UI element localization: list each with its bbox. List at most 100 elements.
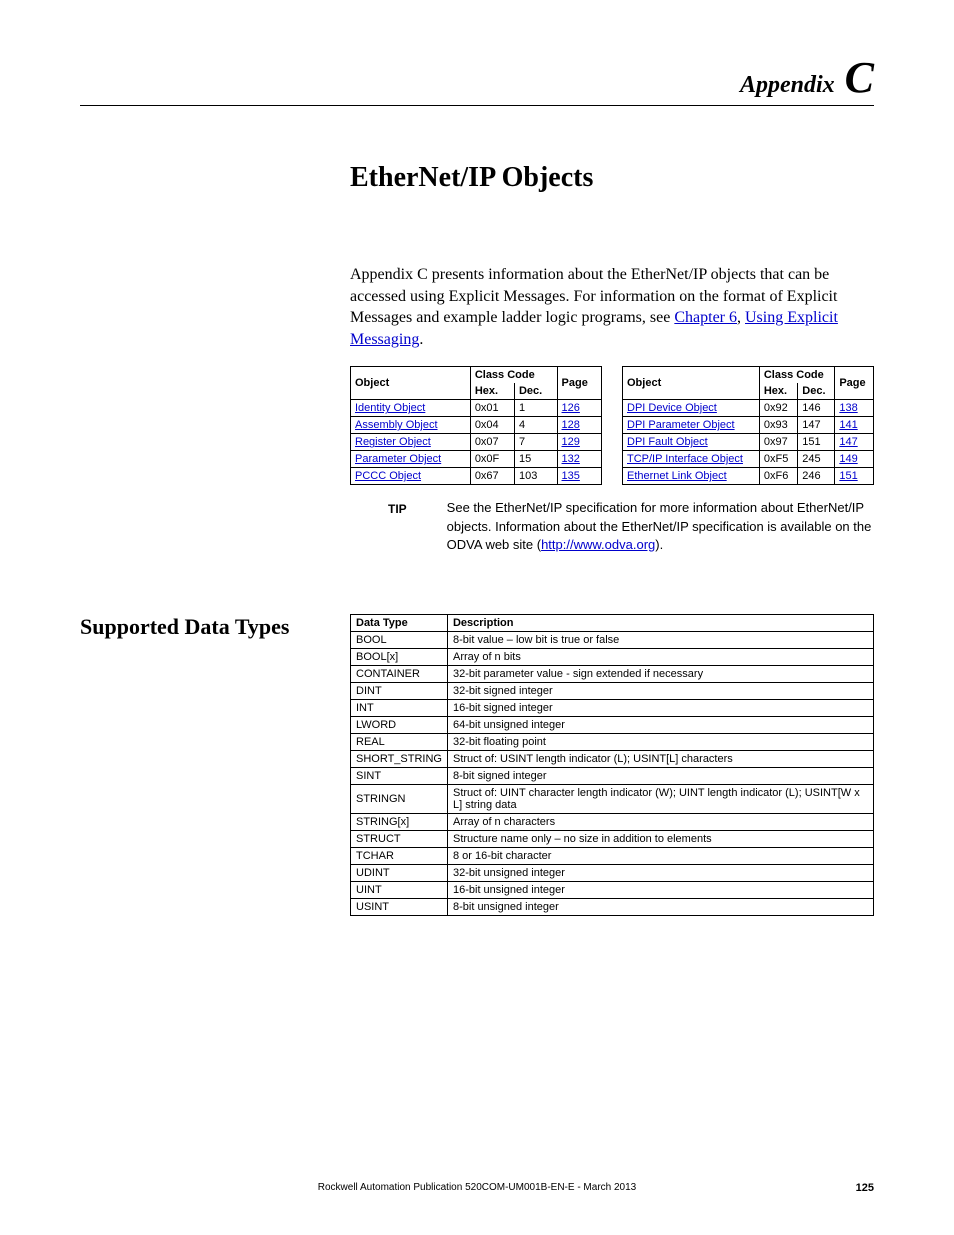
cell-hex: 0x97 xyxy=(759,434,797,451)
cell-desc: Array of n bits xyxy=(447,648,873,665)
table-row: LWORD64-bit unsigned integer xyxy=(351,716,874,733)
page-link[interactable]: 141 xyxy=(839,419,857,431)
object-link[interactable]: Identity Object xyxy=(355,402,425,414)
page-link[interactable]: 126 xyxy=(562,402,580,414)
cell-hex: 0x0F xyxy=(470,451,514,468)
tip-label: TIP xyxy=(388,499,407,554)
cell-desc: 32-bit signed integer xyxy=(447,682,873,699)
table-row: BOOL[x]Array of n bits xyxy=(351,648,874,665)
table-row: TCP/IP Interface Object0xF5245149 xyxy=(623,451,874,468)
tip-text-after: ). xyxy=(655,537,663,552)
object-link[interactable]: DPI Device Object xyxy=(627,402,717,414)
cell-dec: 103 xyxy=(514,468,557,485)
table-row: USINT8-bit unsigned integer xyxy=(351,898,874,915)
object-link[interactable]: Register Object xyxy=(355,436,431,448)
cell-type: BOOL[x] xyxy=(351,648,448,665)
cell-desc: Array of n characters xyxy=(447,813,873,830)
cell-type: STRING[x] xyxy=(351,813,448,830)
cell-hex: 0x67 xyxy=(470,468,514,485)
cell-desc: 8 or 16-bit character xyxy=(447,847,873,864)
object-link[interactable]: Parameter Object xyxy=(355,453,441,465)
cell-type: DINT xyxy=(351,682,448,699)
th-object: Object xyxy=(351,367,471,400)
table-row: UDINT32-bit unsigned integer xyxy=(351,864,874,881)
cell-type: SINT xyxy=(351,767,448,784)
object-link[interactable]: Assembly Object xyxy=(355,419,438,431)
page-link[interactable]: 149 xyxy=(839,453,857,465)
footer: Rockwell Automation Publication 520COM-U… xyxy=(80,1182,874,1193)
table-row: UINT16-bit unsigned integer xyxy=(351,881,874,898)
data-types-table: Data Type Description BOOL8-bit value – … xyxy=(350,614,874,916)
cell-type: SHORT_STRING xyxy=(351,750,448,767)
page-link[interactable]: 138 xyxy=(839,402,857,414)
page-link[interactable]: 151 xyxy=(839,470,857,482)
table-row: DPI Parameter Object 0x93147 141 xyxy=(623,417,874,434)
object-link[interactable]: Ethernet Link Object xyxy=(627,470,727,482)
cell-type: USINT xyxy=(351,898,448,915)
table-row: STRUCTStructure name only – no size in a… xyxy=(351,830,874,847)
cell-type: CONTAINER xyxy=(351,665,448,682)
footer-publication: Rockwell Automation Publication 520COM-U… xyxy=(318,1182,636,1193)
object-link[interactable]: DPI Parameter Object xyxy=(627,419,735,431)
th-description: Description xyxy=(447,614,873,631)
cell-dec: 15 xyxy=(514,451,557,468)
chapter-title: EtherNet/IP Objects xyxy=(350,162,874,194)
link-odva[interactable]: http://www.odva.org xyxy=(541,537,655,552)
tip-block: TIP See the EtherNet/IP specification fo… xyxy=(388,499,874,554)
cell-desc: 16-bit signed integer xyxy=(447,699,873,716)
table-row: STRINGNStruct of: UINT character length … xyxy=(351,784,874,813)
cell-hex: 0x93 xyxy=(759,417,797,434)
page-link[interactable]: 128 xyxy=(562,419,580,431)
table-row: REAL32-bit floating point xyxy=(351,733,874,750)
cell-desc: 8-bit unsigned integer xyxy=(447,898,873,915)
cell-dec: 4 xyxy=(514,417,557,434)
appendix-header: Appendix C xyxy=(80,60,874,106)
cell-hex: 0xF6 xyxy=(759,468,797,485)
link-chapter-6[interactable]: Chapter 6 xyxy=(674,309,737,326)
object-table-left: Object Class Code Page Hex. Dec. Identit… xyxy=(350,366,602,485)
table-row: Register Object 0x077 129 xyxy=(351,434,602,451)
object-link[interactable]: TCP/IP Interface Object xyxy=(627,453,743,465)
object-link[interactable]: PCCC Object xyxy=(355,470,421,482)
cell-hex: 0x92 xyxy=(759,400,797,417)
right-table-body: DPI Device Object0x92146138DPI Parameter… xyxy=(623,400,874,485)
intro-paragraph: Appendix C presents information about th… xyxy=(350,264,874,350)
table-row: INT16-bit signed integer xyxy=(351,699,874,716)
cell-dec: 246 xyxy=(798,468,835,485)
page-link[interactable]: 135 xyxy=(562,470,580,482)
dt-body: BOOL8-bit value – low bit is true or fal… xyxy=(351,631,874,915)
table-row: DPI Device Object0x92146138 xyxy=(623,400,874,417)
page-link[interactable]: 147 xyxy=(839,436,857,448)
th-hex: Hex. xyxy=(759,383,797,400)
cell-type: STRUCT xyxy=(351,830,448,847)
cell-desc: 32-bit floating point xyxy=(447,733,873,750)
table-row: DPI Fault Object 0x97151 147 xyxy=(623,434,874,451)
cell-type: BOOL xyxy=(351,631,448,648)
appendix-word: Appendix xyxy=(740,72,835,98)
cell-hex: 0x04 xyxy=(470,417,514,434)
cell-dec: 7 xyxy=(514,434,557,451)
cell-dec: 147 xyxy=(798,417,835,434)
cell-type: LWORD xyxy=(351,716,448,733)
cell-type: STRINGN xyxy=(351,784,448,813)
cell-desc: Struct of: USINT length indicator (L); U… xyxy=(447,750,873,767)
th-page: Page xyxy=(557,367,601,400)
th-hex: Hex. xyxy=(470,383,514,400)
table-row: CONTAINER32-bit parameter value - sign e… xyxy=(351,665,874,682)
table-row: SHORT_STRINGStruct of: USINT length indi… xyxy=(351,750,874,767)
cell-hex: 0x07 xyxy=(470,434,514,451)
page-link[interactable]: 129 xyxy=(562,436,580,448)
cell-dec: 151 xyxy=(798,434,835,451)
cell-type: UDINT xyxy=(351,864,448,881)
th-dec: Dec. xyxy=(798,383,835,400)
object-table-right: Object Class Code Page Hex. Dec. DPI Dev… xyxy=(622,366,874,485)
table-row: TCHAR8 or 16-bit character xyxy=(351,847,874,864)
intro-comma: , xyxy=(737,309,745,326)
table-row: Parameter Object 0x0F15 132 xyxy=(351,451,602,468)
table-row: BOOL8-bit value – low bit is true or fal… xyxy=(351,631,874,648)
object-link[interactable]: DPI Fault Object xyxy=(627,436,708,448)
table-row: PCCC Object 0x67103 135 xyxy=(351,468,602,485)
page-link[interactable]: 132 xyxy=(562,453,580,465)
th-classcode: Class Code xyxy=(470,367,557,384)
th-object: Object xyxy=(623,367,760,400)
